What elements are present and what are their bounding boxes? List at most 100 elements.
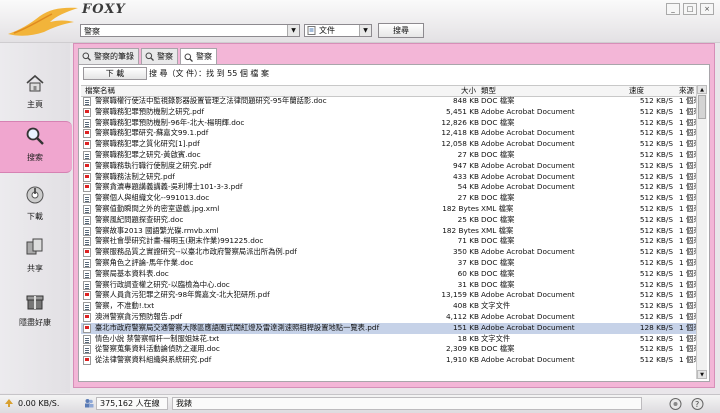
pdf-file-icon	[83, 291, 91, 301]
tab-search-3[interactable]: 警察	[180, 48, 217, 65]
speed-cell: 512 KB/S	[639, 311, 673, 321]
file-type-cell: DOC 檔案	[481, 279, 515, 289]
file-type-cell: Adobe Acrobat Document	[481, 247, 575, 257]
close-button[interactable]: ×	[700, 3, 714, 15]
transfer-speed: 0.00 KB/S.	[18, 399, 60, 408]
table-row[interactable]: 從警察蒐集資料活動論偵防之運用.doc 2,309 KB DOC 檔案 512 KB/…	[81, 344, 699, 355]
file-name-cell: 警察角色之評論-馬年作業.doc	[95, 257, 194, 267]
file-name-cell: 警察職務執行職行使制度之研究.pdf	[95, 160, 212, 170]
sidebar-item-search[interactable]: 搜索	[0, 121, 72, 173]
search-query: 警察	[84, 27, 100, 36]
document-file-icon	[83, 194, 91, 204]
table-row[interactable]: 警察角色之評論-馬年作業.doc 37 KB DOC 檔案 512 KB/S 1 個來	[81, 257, 699, 269]
table-row[interactable]: 警察局基本資料表.doc 60 KB DOC 檔案 512 KB/S 1 個來	[81, 268, 699, 280]
scroll-up-icon[interactable]: ▲	[697, 85, 707, 94]
tab-search-2[interactable]: 警察	[141, 48, 178, 64]
results-toolbar: 下 載 搜 尋（文 件）：找 到 55 個 檔 案	[81, 67, 707, 81]
table-row[interactable]: 警察職務執行職行使制度之研究.pdf 947 KB Adobe Acrobat Do…	[81, 160, 699, 172]
column-header-source[interactable]: 來源	[679, 86, 694, 96]
maximize-button[interactable]: □	[683, 3, 697, 15]
table-row[interactable]: 警察貪瀆專題講義講義-吳利博士101-3-3.pdf 54 KB Adobe Acr…	[81, 182, 699, 193]
sidebar-item-favorites[interactable]: 隱盡好康	[0, 287, 70, 337]
document-file-icon	[83, 334, 91, 344]
file-size-cell: 31 KB	[457, 279, 479, 289]
file-type-cell: DOC 檔案	[481, 193, 515, 203]
search-button[interactable]: 搜尋	[378, 23, 424, 38]
file-type-cell: 文字文件	[481, 333, 511, 343]
speed-cell: 512 KB/S	[639, 214, 673, 224]
speed-cell: 512 KB/S	[639, 225, 673, 235]
download-button[interactable]: 下 載	[83, 67, 147, 80]
table-row[interactable]: 澳洲警察貪污預防報告.pdf 4,112 KB Adobe Acrobat Docu…	[81, 311, 699, 323]
file-type-cell: DOC 檔案	[481, 236, 515, 246]
table-row[interactable]: 警察職權行使法中監視錄影器設置管理之法律問題研究-95年蘭話影.doc 848 K…	[81, 96, 699, 107]
sidebar-item-home[interactable]: 主頁	[0, 69, 70, 119]
sidebar-item-share[interactable]: 共享	[0, 233, 70, 283]
table-row[interactable]: 警察職務犯罪預防機制-96年-北大-楊明輝.doc 12,826 KB DOC 檔案…	[81, 117, 699, 129]
file-name-cell: 警察職權行使法中監視錄影器設置管理之法律問題研究-95年蘭話影.doc	[95, 96, 327, 105]
file-name-cell: 警察職務犯罪預防機制之研究.pdf	[95, 106, 205, 116]
table-row[interactable]: 警察人員貪污犯罪之研究-98年龔嘉文-北大犯研所.pdf 13,159 KB Ado…	[81, 290, 699, 301]
results-panel: 下 載 搜 尋（文 件）：找 到 55 個 檔 案 檔案名稱 大小 類型 速度 …	[78, 64, 710, 382]
column-header-type[interactable]: 類型	[481, 86, 496, 96]
table-row[interactable]: 警察故事2013 國語繁光碟.rmvb.xml 182 Bytes XML 檔案 51…	[81, 225, 699, 237]
file-name-cell: 警察職務犯罪研究-蘇嘉文99.1.pdf	[95, 128, 209, 138]
document-file-icon	[83, 280, 91, 290]
magnifier-icon	[26, 127, 44, 145]
file-size-cell: 71 KB	[457, 236, 479, 246]
table-row[interactable]: 警察職務犯罪研究-蘇嘉文99.1.pdf 12,418 KB Adobe Acrob…	[81, 128, 699, 139]
file-size-cell: 27 KB	[457, 193, 479, 203]
table-row[interactable]: 臺北市政府警察局交通警察大隊區應語園式闖紅燈及雷達測速照相桿設置地點一覽表.pd…	[81, 322, 699, 334]
file-size-cell: 12,826 KB	[441, 117, 479, 127]
file-size-cell: 60 KB	[457, 268, 479, 278]
scroll-thumb[interactable]	[698, 95, 706, 119]
file-name-cell: 警察故事2013 國語繁光碟.rmvb.xml	[95, 225, 219, 235]
table-row[interactable]: 警察社會學研究計畫-楊明玉(期末作業)991225.doc 71 KB DOC 檔案…	[81, 236, 699, 247]
minimize-button[interactable]: _	[666, 3, 680, 15]
file-size-cell: 54 KB	[457, 182, 479, 192]
table-row[interactable]: 警察值勤瞬間之外的密室遊戲.jpg.xml 182 Bytes XML 檔案 512 …	[81, 203, 699, 215]
tab-search-1[interactable]: 警察的筆錄	[78, 48, 139, 64]
table-row[interactable]: 警察職務犯罪之研究-黃啟賓.doc 27 KB DOC 檔案 512 KB/S 1 個來	[81, 150, 699, 161]
pdf-file-icon	[83, 183, 91, 193]
chevron-down-icon[interactable]: ▼	[359, 25, 371, 36]
file-type-cell: Adobe Acrobat Document	[481, 139, 575, 149]
settings-icon[interactable]	[668, 397, 683, 411]
vertical-scrollbar[interactable]: ▲ ▼	[696, 85, 707, 379]
table-row[interactable]: 警察行政調查權之研究-以臨檢為中心.doc 31 KB DOC 檔案 512 KB/S…	[81, 279, 699, 291]
file-type-cell: Adobe Acrobat Document	[481, 182, 575, 192]
file-size-cell: 848 KB	[452, 96, 479, 105]
table-row[interactable]: 警察個人與組織文化--991013.doc 27 KB DOC 檔案 512 KB/S…	[81, 193, 699, 204]
speed-cell: 512 KB/S	[639, 355, 673, 365]
speed-arrow-icon	[5, 399, 13, 407]
document-file-icon	[83, 215, 91, 225]
download-disc-icon	[26, 186, 44, 204]
pdf-file-icon	[83, 140, 91, 150]
column-header-speed[interactable]: 速度	[629, 86, 644, 96]
help-icon[interactable]: ?	[690, 397, 705, 411]
table-row[interactable]: 警察，不准動!.txt 408 KB 文字文件 512 KB/S 1 個來	[81, 301, 699, 312]
file-type-cell: 文字文件	[481, 301, 511, 311]
table-row[interactable]: 警察服務品質之實證研究--以臺北市政府警察局派出所為例.pdf 350 KB Ado…	[81, 247, 699, 258]
speed-cell: 512 KB/S	[639, 128, 673, 138]
column-header-size[interactable]: 大小	[461, 86, 476, 96]
table-row[interactable]: 情色小說 禁警察帽杆一制服姐妹花.txt 18 KB 文字文件 512 KB/S 1 個…	[81, 333, 699, 345]
sidebar-item-download[interactable]: 下載	[0, 181, 70, 231]
speed-cell: 512 KB/S	[639, 203, 673, 213]
search-input[interactable]: 警察 ▼	[80, 24, 300, 37]
chevron-down-icon[interactable]: ▼	[287, 25, 299, 36]
file-name-cell: 警察職務犯罪預防機制-96年-北大-楊明輝.doc	[95, 117, 245, 127]
pdf-file-icon	[83, 129, 91, 139]
column-header-name[interactable]: 檔案名稱	[85, 86, 115, 96]
table-row[interactable]: 警察職務法制之研究.pdf 433 KB Adobe Acrobat Documen…	[81, 172, 699, 183]
table-row[interactable]: 從法律警察資料組織與系統研究.pdf 1,910 KB Adobe Acrobat …	[81, 355, 699, 366]
scroll-down-icon[interactable]: ▼	[697, 370, 707, 379]
table-row[interactable]: 警察風紀問題探查研究.doc 25 KB DOC 檔案 512 KB/S 1 個來	[81, 214, 699, 226]
table-row[interactable]: 警察職務犯罪之質化研究[1].pdf 12,058 KB Adobe Acrobat…	[81, 139, 699, 150]
file-name-cell: 警察局基本資料表.doc	[95, 268, 169, 278]
search-type-select[interactable]: 文件 ▼	[304, 24, 372, 37]
file-size-cell: 12,418 KB	[441, 128, 479, 138]
file-type-cell: XML 檔案	[481, 225, 514, 235]
pdf-file-icon	[83, 356, 91, 366]
table-row[interactable]: 警察職務犯罪預防機制之研究.pdf 5,451 KB Adobe Acrobat D…	[81, 106, 699, 118]
